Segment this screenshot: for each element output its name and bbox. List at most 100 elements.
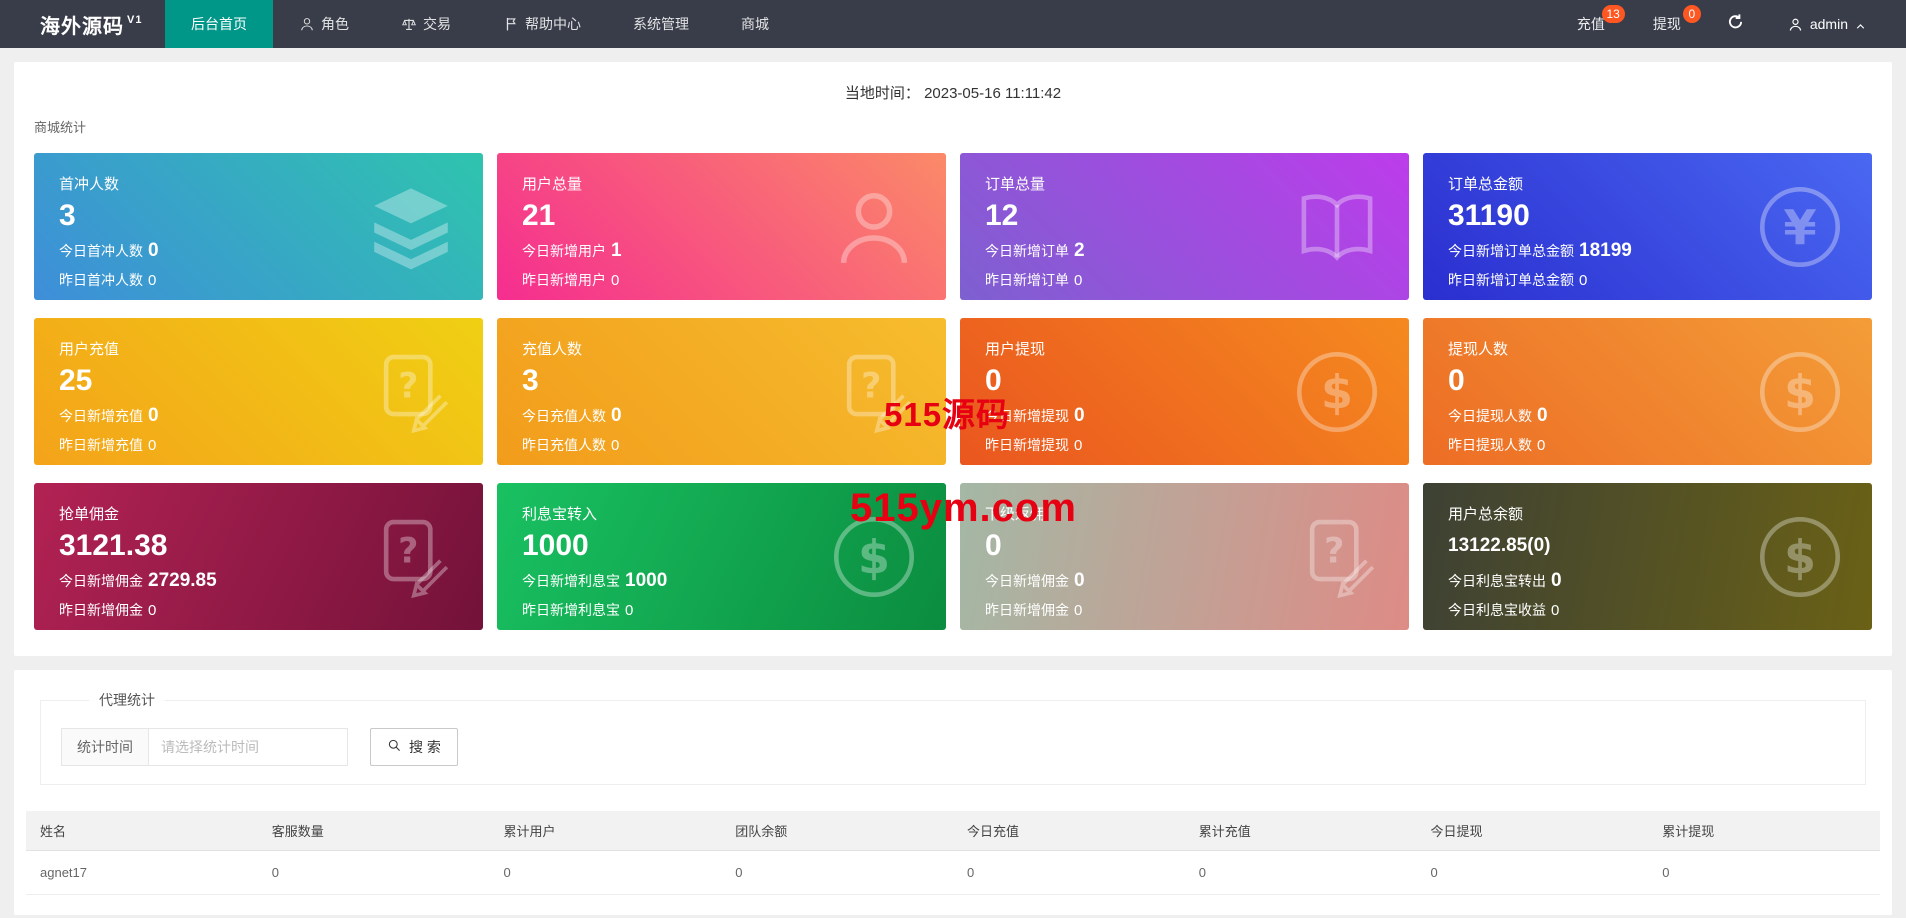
card-yesterday-line: 昨日新增利息宝 0 (522, 600, 921, 620)
user-icon (1788, 17, 1803, 32)
card-yesterday-label: 今日利息宝收益 (1448, 602, 1546, 618)
stat-card-8: 抢单佣金 3121.38 今日新增佣金 2729.85 昨日新增佣金 0? (34, 483, 483, 630)
book-icon (1291, 181, 1383, 273)
nav-item-3[interactable]: 帮助中心 (477, 0, 607, 48)
card-today-label: 今日新增用户 (522, 243, 606, 259)
card-yesterday-label: 昨日新增利息宝 (522, 602, 620, 618)
card-yesterday-label: 昨日提现人数 (1448, 437, 1532, 453)
card-today-value: 0 (148, 240, 159, 261)
card-today-value: 0 (611, 405, 622, 426)
card-today-label: 今日新增佣金 (985, 573, 1069, 589)
nav-item-1[interactable]: 角色 (273, 0, 375, 48)
nav-item-4[interactable]: 系统管理 (607, 0, 715, 48)
stat-time-input[interactable] (148, 728, 348, 766)
table-header-cell: 累计充值 (1184, 811, 1417, 851)
table-cell: agnet17 (26, 850, 258, 895)
agent-fieldset: 代理统计 统计时间 搜 索 (40, 690, 1866, 785)
card-today-label: 今日新增订单总金额 (1448, 243, 1574, 259)
brand-version: V1 (127, 14, 143, 26)
card-yesterday-value: 0 (148, 602, 157, 619)
stats-panel: 当地时间： 2023-05-16 11:11:42 商城统计 首冲人数 3 今日首冲… (14, 62, 1892, 656)
nav-item-label: 系统管理 (633, 16, 689, 32)
nav-item-label: 角色 (321, 16, 349, 32)
watermark-url: 515ym.com (850, 486, 1077, 530)
card-yesterday-label: 昨日新增订单 (985, 272, 1069, 288)
nav-item-5[interactable]: 商城 (715, 0, 795, 48)
svg-text:?: ? (398, 366, 418, 406)
card-yesterday-line: 昨日新增佣金 0 (985, 600, 1384, 620)
card-today-value: 0 (1074, 405, 1085, 426)
doc-question-icon: ? (365, 511, 457, 603)
card-today-value: 2 (1074, 240, 1085, 261)
notification-badge: 0 (1682, 5, 1701, 23)
card-today-value: 1000 (625, 570, 668, 591)
watermark-text: 515源码 (884, 396, 1011, 433)
search-button-label: 搜 索 (409, 739, 441, 755)
card-yesterday-label: 昨日新增佣金 (59, 602, 143, 618)
agent-table-header: 姓名 客服数量 累计用户 团队余额 今日充值 累计充值 今日提现 累计提现 (26, 811, 1880, 851)
stat-card-5: 充值人数 3 今日充值人数 0 昨日充值人数 0? (497, 318, 946, 465)
nav-action-1[interactable]: 提现 0 (1629, 0, 1705, 48)
notification-badge: 13 (1601, 5, 1625, 23)
svg-text:¥: ¥ (1783, 201, 1816, 256)
card-today-value: 18199 (1579, 240, 1632, 261)
card-yesterday-label: 昨日新增佣金 (985, 602, 1069, 618)
table-cell: 0 (721, 850, 953, 895)
stat-time-label: 统计时间 (61, 728, 148, 766)
card-today-label: 今日新增充值 (59, 408, 143, 424)
search-button[interactable]: 搜 索 (370, 728, 458, 766)
app-logo[interactable]: 海外源码 V1 (0, 0, 165, 48)
scale-icon (401, 16, 417, 32)
card-yesterday-label: 昨日新增充值 (59, 437, 143, 453)
card-today-value: 0 (1551, 570, 1562, 591)
card-yesterday-line: 昨日新增订单总金额 0 (1448, 270, 1847, 290)
card-today-label: 今日新增利息宝 (522, 573, 620, 589)
dollar-circle-icon: $ (1754, 511, 1846, 603)
card-yesterday-label: 昨日新增提现 (985, 437, 1069, 453)
svg-text:?: ? (861, 366, 881, 406)
card-yesterday-value: 0 (1537, 437, 1546, 454)
navbar-actions: 充值 13 提现 0 (1553, 0, 1705, 48)
card-yesterday-line: 昨日新增提现 0 (985, 435, 1384, 455)
svg-text:$: $ (1321, 365, 1353, 419)
card-yesterday-value: 0 (1551, 602, 1560, 619)
stat-card-4: 用户充值 25 今日新增充值 0 昨日新增充值 0? (34, 318, 483, 465)
agent-panel: 代理统计 统计时间 搜 索 姓名客服数量累计用户团队余额今日充值累计充值今日提现… (14, 670, 1892, 915)
card-yesterday-value: 0 (1579, 272, 1588, 289)
svg-text:$: $ (1784, 530, 1816, 584)
card-yesterday-label: 昨日新增订单总金额 (1448, 272, 1574, 288)
card-today-label: 今日充值人数 (522, 408, 606, 424)
stat-card-3: 订单总金额 31190 今日新增订单总金额 18199 昨日新增订单总金额 0 ¥ (1423, 153, 1872, 300)
table-header-cell: 客服数量 (257, 811, 490, 851)
refresh-button[interactable] (1705, 0, 1766, 48)
navbar-right: 充值 13 提现 0 admin (1553, 0, 1906, 48)
nav-item-0[interactable]: 后台首页 (165, 0, 273, 48)
card-yesterday-line: 今日利息宝收益 0 (1448, 600, 1847, 620)
agent-table: 姓名 客服数量 累计用户 团队余额 今日充值 累计充值 今日提现 累计提现 agnet17 0 0… (26, 811, 1880, 895)
user-menu[interactable]: admin (1766, 0, 1906, 48)
refresh-icon (1727, 13, 1744, 35)
table-cell: 0 (1648, 850, 1880, 895)
local-time-value: 2023-05-16 11:11:42 (924, 85, 1062, 102)
agent-table-body: agnet17 0 0 0 0 0 0 0 (26, 850, 1880, 895)
nav-item-2[interactable]: 交易 (375, 0, 477, 48)
svg-text:$: $ (1784, 365, 1816, 419)
card-yesterday-value: 0 (1074, 272, 1083, 289)
dollar-circle-icon: $ (1291, 346, 1383, 438)
top-navbar: 海外源码 V1 后台首页 角色 交易 帮助中心 系统管理 商城 充值 13 提现 0 admin (0, 0, 1906, 48)
stat-card-7: 提现人数 0 今日提现人数 0 昨日提现人数 0 $ (1423, 318, 1872, 465)
username: admin (1809, 16, 1848, 32)
card-today-label: 今日新增佣金 (59, 573, 143, 589)
doc-question-icon: ? (365, 346, 457, 438)
card-today-label: 今日首冲人数 (59, 243, 143, 259)
card-yesterday-line: 昨日新增充值 0 (59, 435, 458, 455)
card-yesterday-label: 昨日首冲人数 (59, 272, 143, 288)
card-yesterday-value: 0 (148, 272, 157, 289)
nav-action-0[interactable]: 充值 13 (1553, 0, 1629, 48)
card-today-value: 1 (611, 240, 622, 261)
card-yesterday-value: 0 (625, 602, 634, 619)
card-yesterday-line: 昨日新增订单 0 (985, 270, 1384, 290)
nav-action-label: 提现 (1652, 16, 1681, 32)
table-header-cell: 累计用户 (489, 811, 722, 851)
local-time: 当地时间： 2023-05-16 11:11:42 (34, 78, 1872, 105)
